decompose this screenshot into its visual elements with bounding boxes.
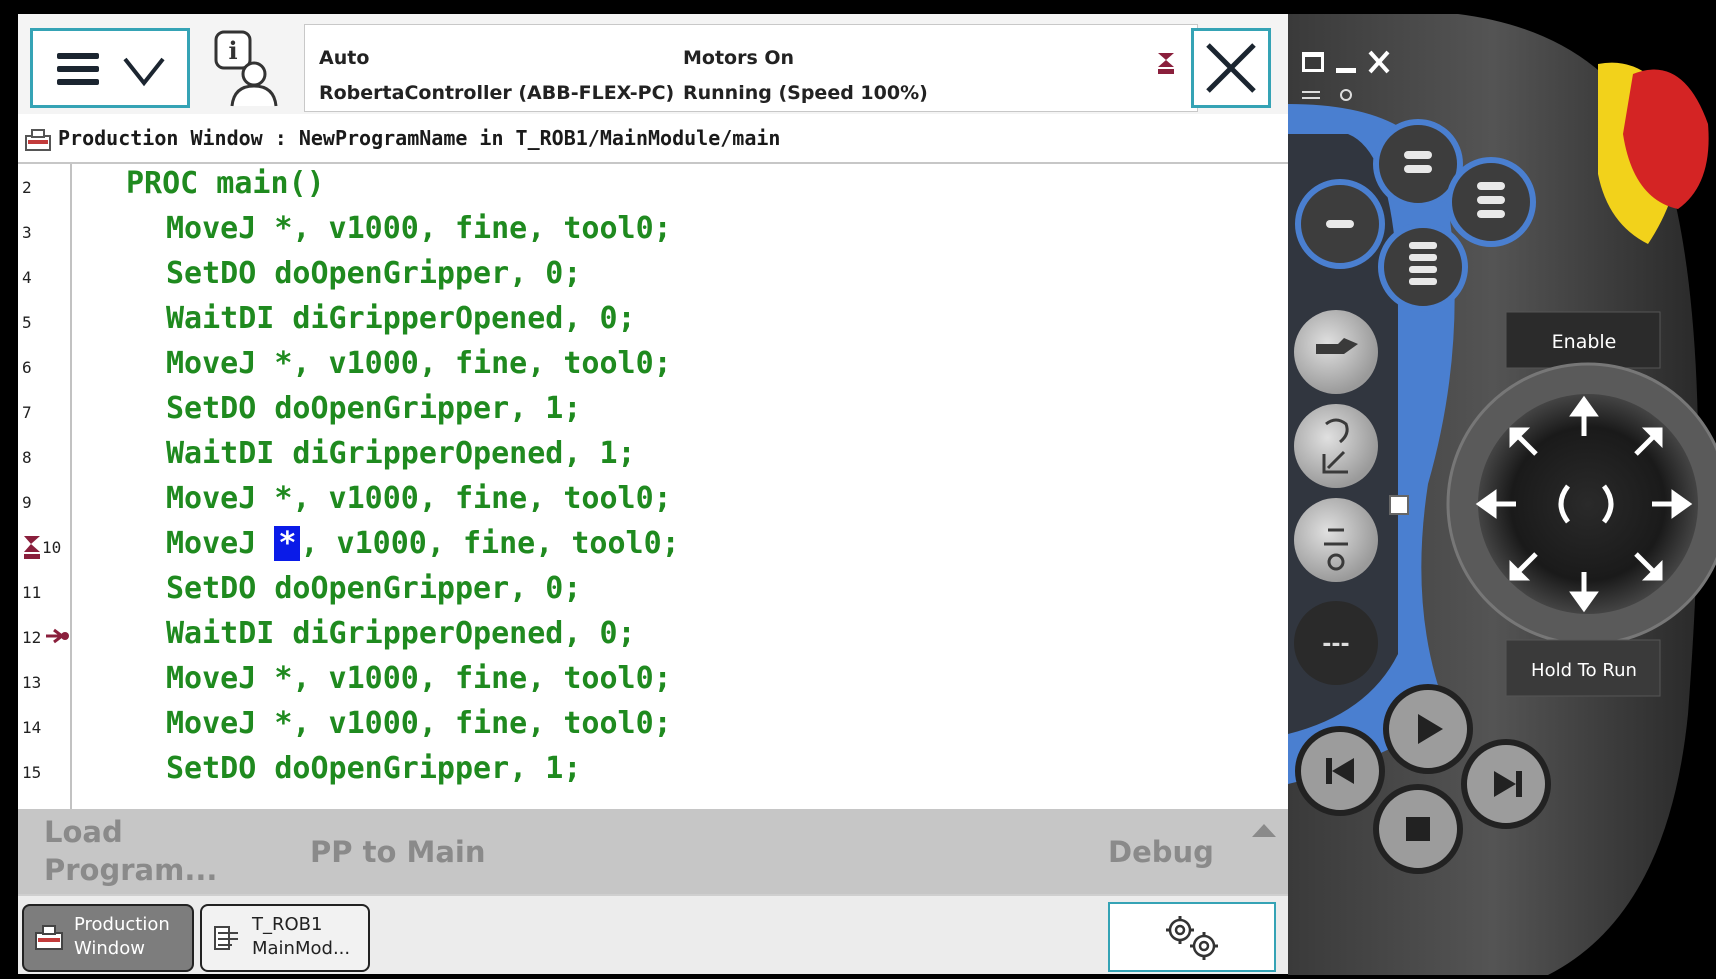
taskbar-label-2: Window (74, 938, 145, 959)
line-number: 2 (22, 178, 32, 197)
window-title-bar: Production Window : NewProgramName in T_… (18, 114, 1288, 164)
minimize-icon[interactable] (1336, 68, 1356, 73)
program-state: Running (Speed 100%) (683, 82, 928, 104)
line-number: 14 (22, 718, 42, 737)
code-line[interactable]: 3 MoveJ *, v1000, fine, tool0; (18, 209, 1288, 254)
line-number: 15 (22, 763, 42, 782)
code-text[interactable]: WaitDI diGripperOpened, 0; (166, 301, 636, 336)
pendant-close-icon[interactable] (1368, 50, 1390, 74)
code-text[interactable]: WaitDI diGripperOpened, 1; (166, 436, 636, 471)
chevron-up-icon[interactable] (1250, 821, 1278, 839)
code-text[interactable]: SetDO doOpenGripper, 1; (166, 751, 581, 786)
event-log-icon[interactable]: i (208, 28, 284, 108)
line-number: 8 (22, 448, 32, 467)
production-window-icon (25, 129, 51, 151)
stop-icon (1406, 817, 1430, 841)
flexpendant-hardware-panel: --- Enable Hold To Run (1288, 14, 1716, 975)
code-text-before: MoveJ (166, 526, 275, 561)
taskbar-label-1: T_ROB1 (252, 914, 323, 935)
dash-button-label: --- (1322, 632, 1349, 657)
robot-status-icon (1158, 53, 1174, 74)
code-line[interactable]: 4 SetDO doOpenGripper, 0; (18, 254, 1288, 299)
code-text[interactable]: MoveJ *, v1000, fine, tool0; (166, 481, 672, 516)
code-text[interactable]: WaitDI diGripperOpened, 0; (166, 616, 636, 651)
close-icon (1206, 43, 1256, 93)
status-bar: i Auto RobertaController (ABB-FLEX-PC) M… (18, 14, 1288, 115)
pendant-body: --- Enable Hold To Run (1288, 14, 1716, 975)
code-line[interactable]: 15 SetDO doOpenGripper, 1; (18, 749, 1288, 794)
line-number: 10 (42, 538, 62, 557)
line-number: 3 (22, 223, 32, 242)
code-line[interactable]: 5 WaitDI diGripperOpened, 0; (18, 299, 1288, 344)
command-bar: Load Program... PP to Main Debug (18, 809, 1288, 894)
gears-icon (1166, 916, 1218, 960)
code-text[interactable]: PROC main() (126, 166, 325, 201)
code-text[interactable]: MoveJ *, v1000, fine, tool0; (166, 346, 672, 381)
code-text[interactable]: SetDO doOpenGripper, 0; (166, 571, 581, 606)
taskbar-program-editor[interactable]: T_ROB1 MainMod... (200, 904, 370, 972)
taskbar-label-1: Production (74, 914, 170, 935)
code-text[interactable]: MoveJ *, v1000, fine, tool0; (166, 706, 672, 741)
main-menu-button[interactable] (30, 28, 190, 108)
code-line[interactable]: 2 PROC main() (18, 164, 1288, 209)
controller-name: RobertaController (ABB-FLEX-PC) (319, 82, 675, 104)
flexpendant-screen: i Auto RobertaController (ABB-FLEX-PC) M… (18, 14, 1288, 974)
line-number: 9 (22, 493, 32, 512)
motors-state: Motors On (683, 47, 795, 69)
hold-to-run-label: Hold To Run (1531, 660, 1637, 681)
enable-label: Enable (1552, 331, 1617, 353)
load-program-label-1: Load (44, 815, 123, 849)
code-line[interactable]: 7 SetDO doOpenGripper, 1; (18, 389, 1288, 434)
program-editor[interactable]: 2 PROC main() 3 MoveJ *, v1000, fine, to… (18, 164, 1288, 809)
hamburger-icon (57, 53, 99, 85)
svg-text:i: i (228, 36, 237, 65)
selected-robtarget[interactable]: * (274, 526, 301, 561)
operating-mode: Auto (319, 47, 370, 69)
debug-button[interactable]: Debug (1108, 835, 1214, 869)
motion-mode-button[interactable] (1294, 404, 1378, 488)
taskbar: Production Window T_ROB1 MainMod... (18, 894, 1288, 974)
code-text[interactable]: SetDO doOpenGripper, 0; (166, 256, 581, 291)
status-info-box[interactable]: Auto RobertaController (ABB-FLEX-PC) Mot… (304, 24, 1198, 112)
production-window-icon (35, 925, 63, 950)
code-line[interactable]: 8 WaitDI diGripperOpened, 1; (18, 434, 1288, 479)
code-line[interactable]: 13 MoveJ *, v1000, fine, tool0; (18, 659, 1288, 704)
code-line[interactable]: 14 MoveJ *, v1000, fine, tool0; (18, 704, 1288, 749)
code-text-after: , v1000, fine, tool0; (300, 526, 680, 561)
line-number: 12 (22, 628, 42, 647)
program-pointer-icon (46, 628, 69, 644)
line-number: 5 (22, 313, 32, 332)
code-text[interactable]: MoveJ *, v1000, fine, tool0; (166, 661, 672, 696)
line-number: 13 (22, 673, 42, 692)
quickset-button[interactable] (1108, 902, 1276, 972)
joystick-lock-icon (1389, 495, 1409, 515)
code-text[interactable]: SetDO doOpenGripper, 1; (166, 391, 581, 426)
pp-to-main-button[interactable]: PP to Main (310, 835, 486, 869)
close-button[interactable] (1191, 28, 1271, 108)
motion-pointer-icon (24, 536, 40, 559)
taskbar-label-2: MainMod... (252, 938, 351, 959)
swap-icon[interactable] (1302, 91, 1320, 99)
code-text[interactable]: MoveJ *, v1000, fine, tool0; (166, 211, 672, 246)
line-number: 7 (22, 403, 32, 422)
line-number: 11 (22, 583, 42, 602)
line-number: 6 (22, 358, 32, 377)
window-title: Production Window : NewProgramName in T_… (58, 126, 781, 150)
code-line[interactable]: 9 MoveJ *, v1000, fine, tool0; (18, 479, 1288, 524)
line-number: 4 (22, 268, 32, 287)
code-line[interactable]: 11 SetDO doOpenGripper, 0; (18, 569, 1288, 614)
restore-icon[interactable] (1302, 52, 1324, 72)
code-text[interactable]: MoveJ *, v1000, fine, tool0; (166, 526, 680, 561)
pendant-window-controls (1302, 50, 1390, 101)
code-line-pp[interactable]: 12 WaitDI diGripperOpened, 0; (18, 614, 1288, 659)
load-program-label-2: Program... (44, 853, 218, 887)
code-line[interactable]: 6 MoveJ *, v1000, fine, tool0; (18, 344, 1288, 389)
camera-icon[interactable] (1340, 89, 1352, 101)
program-editor-icon (214, 926, 238, 950)
code-line-current[interactable]: 10 MoveJ *, v1000, fine, tool0; (18, 524, 1288, 569)
chevron-down-icon (123, 57, 165, 87)
taskbar-production-window[interactable]: Production Window (22, 904, 194, 972)
